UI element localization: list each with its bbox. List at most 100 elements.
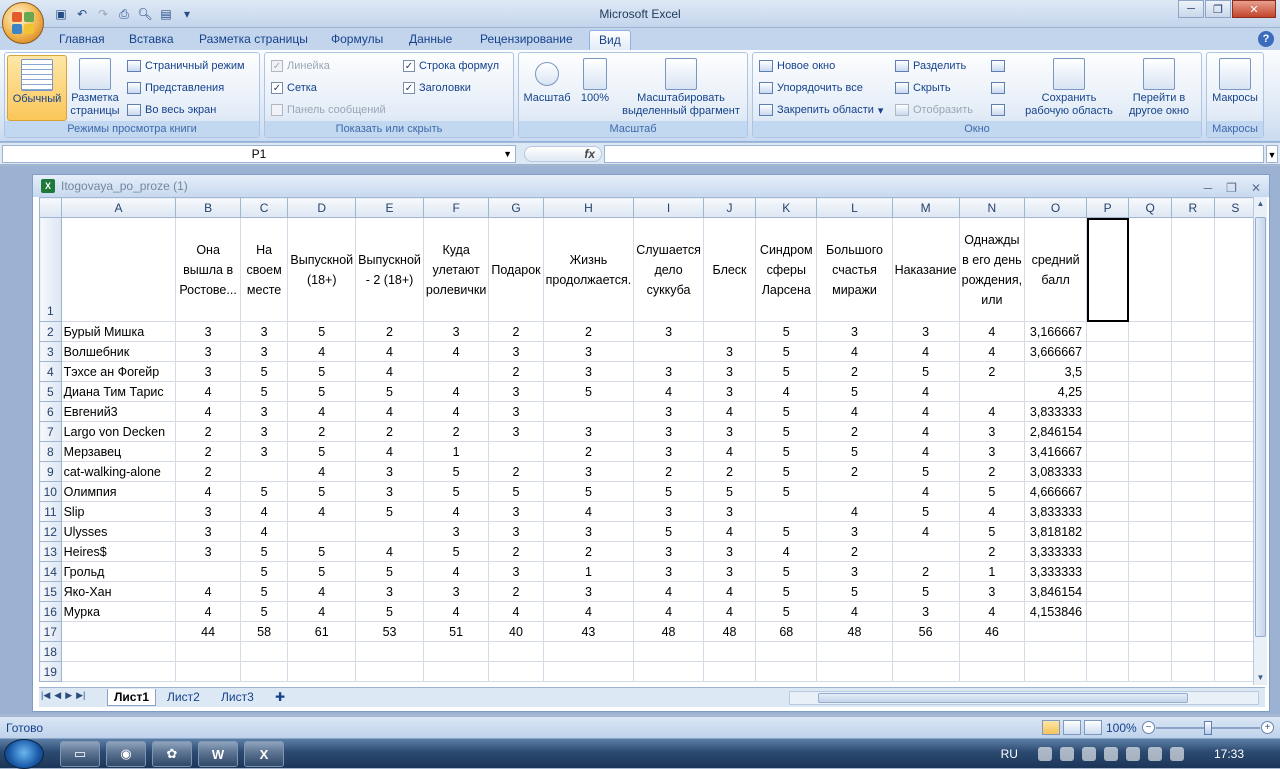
table-cell[interactable]: 4	[287, 601, 357, 622]
zoom-slider[interactable]: − +	[1142, 721, 1274, 735]
table-cell[interactable]	[702, 641, 757, 662]
table-cell[interactable]: 56	[891, 621, 960, 642]
table-cell[interactable]	[1213, 381, 1257, 402]
table-cell[interactable]	[1171, 541, 1215, 562]
table-cell[interactable]: 3,333333	[1024, 561, 1088, 582]
table-cell[interactable]	[1171, 341, 1215, 362]
chrome-icon[interactable]: ◉	[106, 741, 146, 767]
table-cell[interactable]: 3	[488, 341, 544, 362]
table-cell[interactable]	[816, 481, 893, 502]
row-header[interactable]: 6	[39, 401, 62, 422]
table-cell[interactable]	[422, 641, 490, 662]
table-cell[interactable]	[702, 661, 757, 682]
table-cell[interactable]	[1024, 641, 1088, 662]
table-cell[interactable]: 48	[816, 621, 893, 642]
table-cell[interactable]: 5	[542, 381, 635, 402]
table-cell[interactable]	[755, 641, 818, 662]
row-header[interactable]: 18	[39, 641, 62, 662]
table-cell[interactable]	[1171, 661, 1215, 682]
header-cell[interactable]: Большого счастья миражи	[816, 217, 893, 322]
table-cell[interactable]	[1128, 661, 1173, 682]
table-cell[interactable]	[1171, 581, 1215, 602]
tray-app-icon[interactable]	[1037, 747, 1052, 761]
table-cell[interactable]: Грольд	[60, 561, 177, 582]
first-sheet-icon[interactable]: |◀	[41, 690, 50, 701]
table-cell[interactable]: 3	[239, 441, 289, 462]
column-header-l[interactable]: L	[816, 197, 893, 218]
table-cell[interactable]: 3	[239, 341, 289, 362]
table-cell[interactable]	[1171, 501, 1215, 522]
table-cell[interactable]	[542, 661, 635, 682]
table-cell[interactable]: 3	[488, 401, 544, 422]
table-cell[interactable]: 4	[891, 441, 960, 462]
table-cell[interactable]: 58	[239, 621, 289, 642]
table-cell[interactable]: 3	[488, 421, 544, 442]
network-icon[interactable]	[1147, 747, 1162, 761]
table-cell[interactable]	[633, 341, 704, 362]
excel-taskbar-icon[interactable]: X	[244, 741, 284, 767]
table-cell[interactable]	[1128, 561, 1173, 582]
table-cell[interactable]	[422, 661, 490, 682]
table-cell[interactable]: 4	[355, 441, 424, 462]
insert-function-button[interactable]: fx	[524, 146, 602, 162]
tab-insert[interactable]: Вставка	[120, 30, 183, 50]
zoom-out-icon[interactable]: −	[1142, 721, 1155, 734]
table-cell[interactable]	[1128, 641, 1173, 662]
zoom-in-icon[interactable]: +	[1261, 721, 1274, 734]
table-cell[interactable]: 3,416667	[1024, 441, 1088, 462]
table-cell[interactable]	[239, 641, 289, 662]
table-cell[interactable]	[60, 661, 177, 682]
table-cell[interactable]: 2	[958, 541, 1026, 562]
table-cell[interactable]: 5	[755, 481, 818, 502]
table-cell[interactable]: 4	[891, 381, 960, 402]
column-header-i[interactable]: I	[633, 197, 704, 218]
explorer-icon[interactable]: ▭	[60, 741, 100, 767]
table-cell[interactable]: 3	[633, 321, 704, 342]
table-cell[interactable]: Олимпия	[60, 481, 177, 502]
table-cell[interactable]	[1213, 661, 1257, 682]
page-break-view-button[interactable]: Страничный режим	[127, 57, 245, 75]
table-cell[interactable]	[958, 661, 1026, 682]
minimize-button[interactable]: ─	[1178, 0, 1204, 18]
page-layout-status-icon[interactable]	[1063, 720, 1081, 735]
row-header[interactable]: 17	[39, 621, 62, 642]
arrange-all-button[interactable]: Упорядочить все	[759, 79, 863, 97]
table-cell[interactable]: 4	[816, 341, 893, 362]
reset-window-position-icon[interactable]	[991, 101, 1005, 119]
table-cell[interactable]: 4	[891, 421, 960, 442]
row-header[interactable]: 7	[39, 421, 62, 442]
table-cell[interactable]: 4	[702, 601, 757, 622]
column-header-n[interactable]: N	[958, 197, 1026, 218]
table-cell[interactable]	[958, 381, 1026, 402]
table-cell[interactable]: 4	[958, 341, 1026, 362]
start-button[interactable]	[4, 739, 44, 769]
table-cell[interactable]: 4	[816, 601, 893, 622]
table-cell[interactable]: 61	[287, 621, 357, 642]
table-cell[interactable]: 4	[891, 481, 960, 502]
table-cell[interactable]: 5	[891, 361, 960, 382]
column-header-k[interactable]: K	[755, 197, 818, 218]
full-screen-button[interactable]: Во весь экран	[127, 101, 216, 119]
table-cell[interactable]: 3	[175, 521, 241, 542]
table-cell[interactable]: 5	[355, 381, 424, 402]
header-cell[interactable]: Слушается дело суккуба	[633, 217, 704, 322]
table-cell[interactable]: Волшебник	[60, 341, 177, 362]
table-cell[interactable]	[1213, 461, 1257, 482]
table-cell[interactable]: 4	[355, 401, 424, 422]
table-cell[interactable]: 4	[542, 601, 635, 622]
table-cell[interactable]: 2	[175, 441, 241, 462]
table-cell[interactable]	[1213, 341, 1257, 362]
table-cell[interactable]	[287, 661, 357, 682]
word-icon[interactable]: W	[198, 741, 238, 767]
tab-view[interactable]: Вид	[589, 30, 631, 50]
table-cell[interactable]: 46	[958, 621, 1026, 642]
split-button[interactable]: Разделить	[895, 57, 966, 75]
workbook-restore-button[interactable]: ❐	[1226, 177, 1237, 199]
table-cell[interactable]: 4	[891, 521, 960, 542]
table-cell[interactable]	[891, 641, 960, 662]
table-cell[interactable]: 3,818182	[1024, 521, 1088, 542]
table-cell[interactable]	[1171, 401, 1215, 422]
table-cell[interactable]: 43	[542, 621, 635, 642]
table-cell[interactable]	[1213, 561, 1257, 582]
header-cell[interactable]	[1171, 217, 1215, 322]
